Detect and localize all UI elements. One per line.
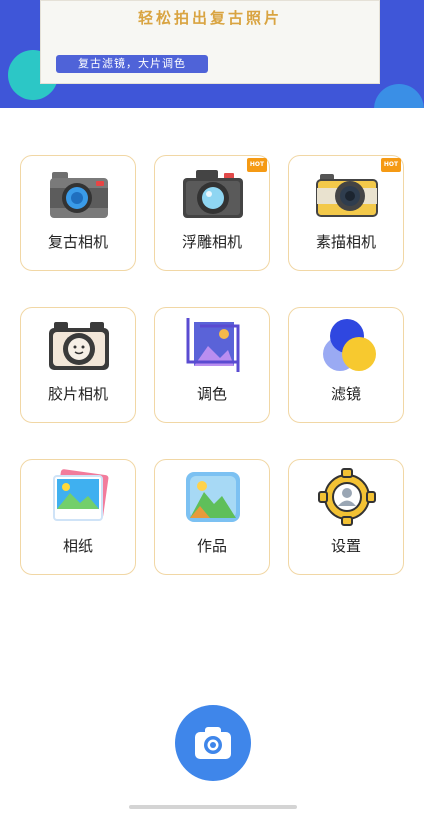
tile-settings[interactable]: 设置 (288, 459, 404, 575)
gallery-icon (186, 472, 240, 522)
tile-label: 相纸 (62, 537, 93, 555)
tile-label: 胶片相机 (47, 385, 108, 403)
tile-label: 调色 (196, 385, 227, 403)
tile-photo-paper[interactable]: 相纸 (20, 459, 136, 575)
tile-label: 滤镜 (330, 385, 361, 403)
hot-badge: HOT (381, 158, 401, 172)
tile-label: 复古相机 (47, 233, 108, 251)
settings-gear-icon (318, 468, 376, 526)
photo-paper-icon (53, 469, 109, 521)
banner-subtitle: 复古滤镜，大片调色 (56, 55, 208, 73)
tile-label: 素描相机 (315, 233, 376, 251)
crop-color-icon (186, 318, 240, 372)
camera-shoot-button[interactable] (175, 705, 251, 781)
tile-label: 浮雕相机 (181, 233, 242, 251)
tile-sketch-camera[interactable]: HOT 素描相机 (288, 155, 404, 271)
tile-color-adjust[interactable]: 调色 (154, 307, 270, 423)
film-camera-icon (49, 322, 109, 370)
tile-emboss-camera[interactable]: HOT 浮雕相机 (154, 155, 270, 271)
filter-circles-icon (323, 319, 376, 371)
hot-badge: HOT (247, 158, 267, 172)
tile-retro-camera[interactable]: 复古相机 (20, 155, 136, 271)
tile-label: 设置 (330, 537, 361, 555)
sketch-camera-icon (316, 174, 378, 217)
top-banner[interactable]: 轻松拍出复古照片 复古滤镜，大片调色 (0, 0, 424, 108)
tile-filter[interactable]: 滤镜 (288, 307, 404, 423)
tile-film-camera[interactable]: 胶片相机 (20, 307, 136, 423)
retro-camera-icon (50, 172, 108, 218)
emboss-camera-icon (183, 170, 243, 218)
banner-card: 轻松拍出复古照片 复古滤镜，大片调色 (40, 0, 380, 84)
decorative-circle-right (374, 84, 424, 108)
tile-works[interactable]: 作品 (154, 459, 270, 575)
banner-headline: 轻松拍出复古照片 (137, 9, 282, 27)
tile-label: 作品 (196, 537, 227, 555)
home-indicator[interactable] (129, 805, 297, 809)
camera-icon (195, 727, 231, 759)
